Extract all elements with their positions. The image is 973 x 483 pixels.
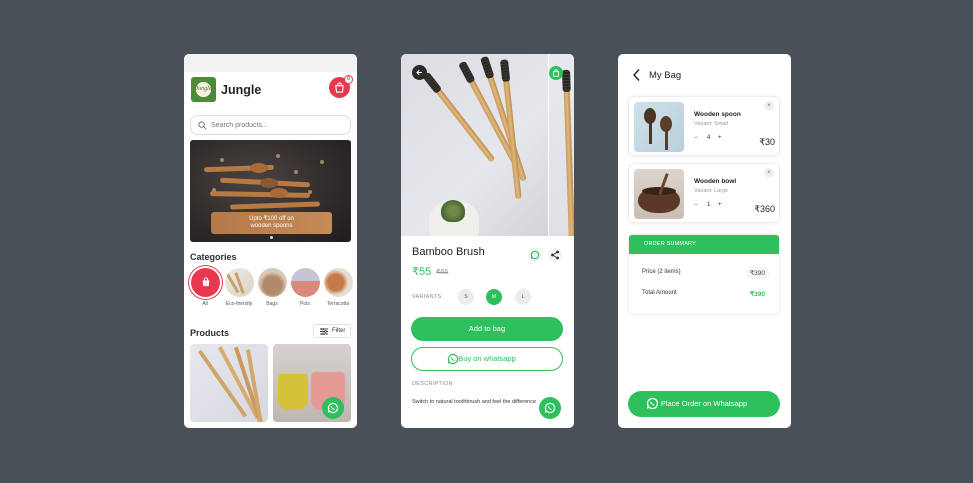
banner-cta-button[interactable]: Upto ₹100 off on wooden spoons — [211, 212, 332, 234]
share-button[interactable] — [548, 248, 562, 262]
wooden-spoon-thumb — [634, 102, 684, 152]
increment-button[interactable]: + — [718, 202, 722, 208]
variant-m[interactable]: M — [486, 289, 502, 305]
remove-item-button[interactable]: × — [764, 101, 774, 111]
cart-item: Wooden spoon Variant: Small − 4 + ₹30 × — [628, 96, 780, 156]
arrow-left-icon — [416, 69, 422, 76]
page-title: My Bag — [649, 70, 682, 81]
bag-icon — [202, 277, 209, 287]
item-variant: Variant: Small — [694, 121, 728, 127]
cart-item: Wooden bowl Variant: Large − 1 + ₹360 × — [628, 163, 780, 223]
product-image[interactable] — [401, 54, 548, 236]
total-label: Total Amount — [642, 290, 677, 296]
category-pots[interactable]: Pots — [290, 268, 320, 308]
item-name: Wooden spoon — [694, 111, 741, 118]
remove-item-button[interactable]: × — [764, 168, 774, 178]
search-bar[interactable] — [190, 115, 351, 135]
quantity-value: 4 — [707, 135, 711, 141]
category-eco-friendly[interactable]: Eco-friendly — [224, 268, 254, 308]
category-all[interactable]: All — [190, 268, 220, 308]
whatsapp-icon — [447, 353, 459, 365]
terracotta-thumb — [323, 268, 353, 297]
bag-screen: My Bag Wooden spoon Variant: Small − 4 +… — [618, 54, 791, 428]
whatsapp-fab[interactable] — [539, 397, 561, 419]
bag-button[interactable] — [549, 66, 563, 80]
product-image-next[interactable] — [549, 54, 574, 236]
banner-pager — [270, 236, 273, 239]
brand-logo: Jungle — [191, 77, 216, 102]
price-label: Price (2 items) — [642, 269, 681, 275]
description-text: Switch to natural toothbrush and feel th… — [412, 399, 537, 405]
search-input[interactable] — [211, 119, 341, 131]
cart-count-badge: 0 — [344, 75, 353, 84]
promo-banner[interactable]: Upto ₹100 off on wooden spoons — [190, 140, 351, 242]
whatsapp-icon — [530, 250, 540, 260]
product-screen: Bamboo Brush ₹55 ₹65 VARIANTS: S M L Add… — [401, 54, 574, 428]
pot-thumb — [290, 268, 320, 297]
order-summary: ORDER SUMMARY Price (2 items) ₹390 Total… — [628, 234, 780, 315]
cart-button[interactable]: 0 — [329, 75, 353, 98]
plant — [441, 200, 465, 222]
place-order-button[interactable]: Place Order on Whatsapp — [628, 391, 780, 417]
add-to-bag-button[interactable]: Add to bag — [411, 317, 563, 341]
products-heading: Products — [190, 328, 230, 338]
product-name: Bamboo Brush — [412, 246, 485, 258]
category-terracotta[interactable]: Terracotta — [323, 268, 353, 308]
item-price: ₹360 — [754, 204, 775, 214]
whatsapp-icon — [544, 402, 556, 414]
total-value: ₹390 — [750, 291, 765, 298]
item-variant: Variant: Large — [694, 188, 729, 194]
home-screen: Jungle Jungle 0 Upto ₹100 off on wooden … — [184, 54, 357, 428]
price-value: ₹390 — [746, 267, 769, 279]
product-card-bamboo-brush[interactable] — [190, 344, 268, 422]
order-summary-heading: ORDER SUMMARY — [629, 235, 779, 254]
app-title: Jungle — [221, 83, 262, 97]
buy-on-whatsapp-button[interactable]: Buy on whatsapp — [411, 347, 563, 371]
status-bar — [184, 54, 357, 72]
variant-l[interactable]: L — [515, 289, 531, 305]
item-name: Wooden bowl — [694, 178, 737, 185]
filter-button[interactable]: Filter — [313, 324, 351, 338]
whatsapp-icon — [327, 402, 339, 414]
share-whatsapp-button[interactable] — [528, 248, 542, 262]
quantity-value: 1 — [707, 202, 711, 208]
whatsapp-fab[interactable] — [322, 397, 344, 419]
item-price: ₹30 — [759, 137, 775, 147]
category-bags[interactable]: Bags — [257, 268, 287, 308]
variant-s[interactable]: S — [458, 289, 474, 305]
search-icon — [198, 121, 207, 130]
categories-heading: Categories — [190, 252, 237, 262]
product-price: ₹55 — [412, 266, 432, 278]
filter-icon — [320, 328, 328, 335]
product-old-price: ₹65 — [436, 269, 449, 276]
variants-label: VARIANTS: — [412, 294, 444, 300]
decrement-button[interactable]: − — [694, 135, 698, 141]
chevron-left-icon[interactable] — [632, 68, 642, 82]
decrement-button[interactable]: − — [694, 202, 698, 208]
shopping-bag-icon — [335, 82, 344, 93]
bag-thumb — [257, 268, 287, 297]
wooden-bowl-thumb — [634, 169, 684, 219]
whatsapp-icon — [646, 397, 659, 410]
back-button[interactable] — [412, 65, 427, 80]
increment-button[interactable]: + — [718, 135, 722, 141]
toothbrush-thumb — [224, 268, 254, 297]
shopping-bag-icon — [552, 69, 560, 77]
description-label: DESCRIPTION — [412, 381, 453, 387]
share-icon — [551, 250, 559, 260]
